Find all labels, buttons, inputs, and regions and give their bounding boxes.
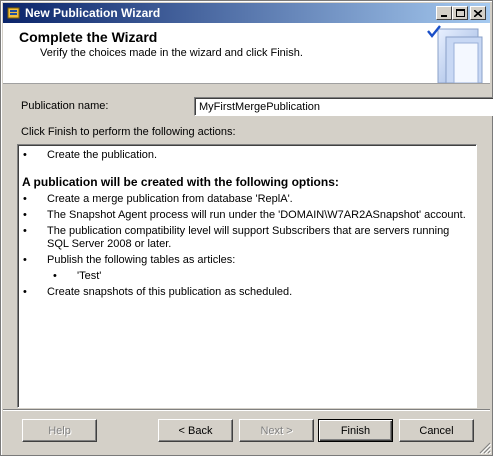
window-title: New Publication Wizard: [25, 6, 161, 20]
list-item: • Create the publication.: [22, 149, 472, 162]
bullet-icon: •: [23, 225, 27, 237]
cancel-button[interactable]: Cancel: [399, 419, 474, 442]
actions-summary[interactable]: • Create the publication. A publication …: [17, 144, 477, 408]
list-item: • Create a merge publication from databa…: [22, 193, 472, 206]
resize-grip-icon[interactable]: [479, 442, 491, 454]
action-text: Create a merge publication from database…: [47, 193, 293, 205]
list-item: • The publication compatibility level wi…: [22, 225, 472, 251]
action-text: Publish the following tables as articles…: [47, 254, 236, 266]
options-heading: A publication will be created with the f…: [22, 175, 339, 189]
action-text: Create the publication.: [47, 149, 158, 161]
list-item: • Create snapshots of this publication a…: [22, 286, 472, 299]
help-button[interactable]: Help: [22, 419, 97, 442]
publication-name-label: Publication name:: [21, 100, 109, 112]
wizard-banner-icon: [427, 25, 483, 83]
article-name: 'Test': [77, 270, 102, 282]
action-text: The publication compatibility level will…: [47, 225, 450, 250]
bullet-icon: •: [23, 254, 27, 266]
minimize-icon: [441, 14, 447, 17]
back-button[interactable]: < Back: [158, 419, 233, 442]
action-text: The Snapshot Agent process will run unde…: [47, 209, 466, 221]
list-item: • The Snapshot Agent process will run un…: [22, 209, 472, 222]
bullet-icon: •: [23, 286, 27, 298]
publication-name-input[interactable]: [194, 97, 493, 116]
next-button[interactable]: Next >: [239, 419, 314, 442]
action-text: Create snapshots of this publication as …: [47, 286, 293, 298]
title-bar[interactable]: New Publication Wizard: [3, 3, 490, 23]
page-subtitle: Verify the choices made in the wizard an…: [40, 47, 303, 59]
actions-label: Click Finish to perform the following ac…: [21, 126, 236, 138]
minimize-button[interactable]: [436, 6, 452, 20]
bullet-icon: •: [23, 149, 27, 161]
maximize-icon: [455, 9, 465, 17]
bullet-icon: •: [23, 209, 27, 221]
page-title: Complete the Wizard: [19, 29, 158, 45]
wizard-header: Complete the Wizard Verify the choices m…: [3, 23, 490, 84]
maximize-button[interactable]: [452, 6, 468, 20]
finish-button[interactable]: Finish: [318, 419, 393, 442]
wizard-body: Publication name: Click Finish to perfor…: [3, 84, 493, 409]
wizard-window: New Publication Wizard Complete the Wiza…: [0, 0, 493, 456]
close-button[interactable]: [470, 6, 486, 20]
app-icon: [7, 7, 20, 19]
bullet-icon: •: [53, 270, 57, 282]
footer-divider: [3, 409, 490, 411]
bullet-icon: •: [23, 193, 27, 205]
list-item: • 'Test': [22, 270, 472, 283]
list-item: • Publish the following tables as articl…: [22, 254, 472, 267]
close-icon: [474, 9, 482, 17]
